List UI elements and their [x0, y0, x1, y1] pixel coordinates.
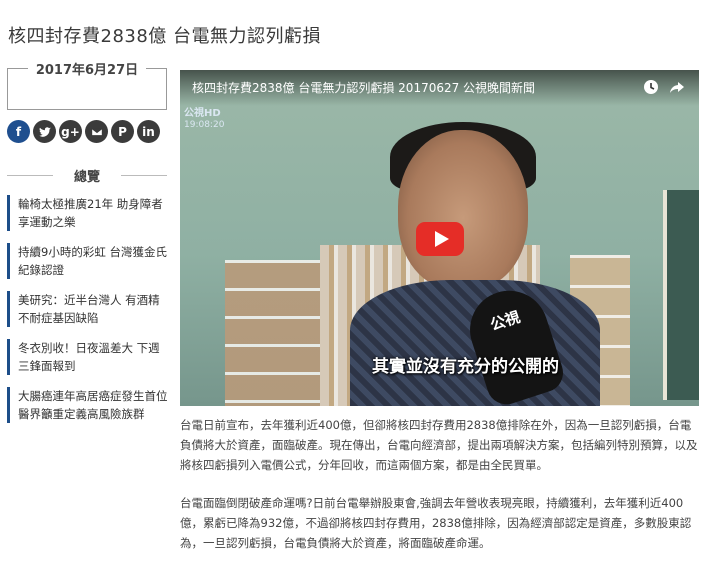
article-body: 台電日前宣布，去年獲利近400億，但卻將核四封存費用2838億排除在外，因為一旦…: [180, 415, 702, 571]
video-subtitle: 其實並沒有充分的公開的: [372, 357, 559, 377]
list-item[interactable]: 持續9小時的彩虹 台灣獲金氏紀錄認證: [7, 243, 169, 279]
page-title: 核四封存費2838億 台電無力認列虧損: [8, 26, 322, 47]
pinterest-icon[interactable]: P: [111, 120, 134, 143]
list-item[interactable]: 輪椅太極推廣21年 助身障者享運動之樂: [7, 195, 169, 231]
share-row: f g+ P in: [7, 120, 160, 143]
google-plus-icon[interactable]: g+: [59, 120, 82, 143]
list-item[interactable]: 美研究：近半台灣人 有酒精不耐症基因缺陷: [7, 291, 169, 327]
watch-later-icon[interactable]: [643, 79, 659, 95]
twitter-icon[interactable]: [33, 120, 56, 143]
play-button[interactable]: [416, 222, 464, 256]
list-item[interactable]: 冬衣別收！日夜溫差大 下週三鋒面報到: [7, 339, 169, 375]
publish-date: 2017年6月27日: [27, 63, 147, 78]
wall-poster: [663, 190, 699, 400]
date-box: 2017年6月27日: [7, 63, 167, 110]
facebook-icon[interactable]: f: [7, 120, 30, 143]
overview-heading: 總覽: [7, 166, 167, 185]
article-paragraph: 台電日前宣布，去年獲利近400億，但卻將核四封存費用2838億排除在外，因為一旦…: [180, 418, 698, 472]
list-item[interactable]: 大腸癌連年高居癌症發生首位 醫界籲重定義高風險族群: [7, 387, 169, 423]
article-paragraph: 台電面臨倒閉破產命運嗎?日前台電舉辦股東會,強調去年營收表現亮眼，持續獲利，去年…: [180, 496, 692, 550]
share-arrow-icon[interactable]: [669, 79, 685, 95]
mail-icon[interactable]: [85, 120, 108, 143]
channel-logo: 公視HD: [184, 108, 221, 119]
linkedin-icon[interactable]: in: [137, 120, 160, 143]
video-player[interactable]: 公視 核四封存費2838億 台電無力認列虧損 20170627 公視晚間新聞 公…: [180, 70, 699, 406]
news-list: 輪椅太極推廣21年 助身障者享運動之樂 持續9小時的彩虹 台灣獲金氏紀錄認證 美…: [7, 195, 169, 435]
video-title[interactable]: 核四封存費2838億 台電無力認列虧損 20170627 公視晚間新聞: [192, 79, 535, 96]
broadcast-time: 19:08:20: [184, 120, 225, 130]
